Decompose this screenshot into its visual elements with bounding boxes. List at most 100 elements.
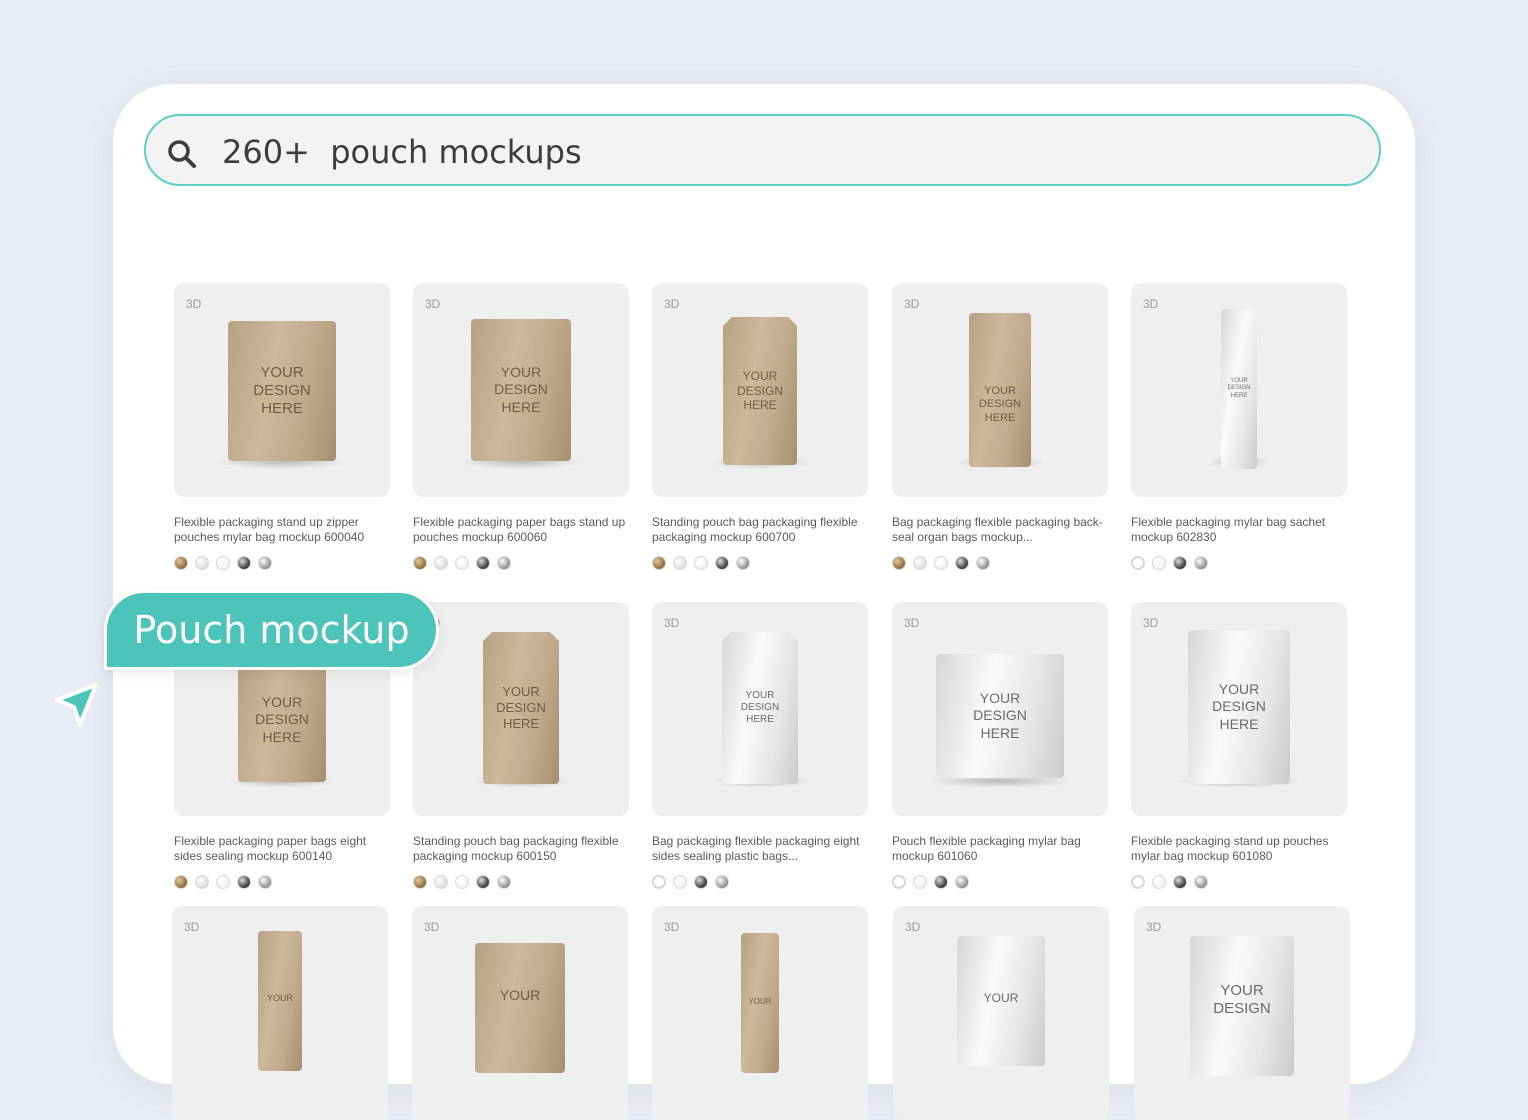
material-swatch[interactable]: [258, 556, 272, 570]
pouch-image: YOUR DESIGN HERE: [471, 319, 571, 461]
product-title[interactable]: Flexible packaging paper bags stand up p…: [413, 515, 629, 545]
material-swatch[interactable]: [497, 556, 511, 570]
material-swatch[interactable]: [892, 556, 906, 570]
pouch-image: YOUR DESIGN HERE: [723, 317, 797, 465]
pouch-mockup-label: Pouch mockup: [104, 590, 439, 670]
product-thumbnail[interactable]: 3D YOURDESIGNHERE: [652, 283, 868, 497]
pouch-image: YOUR: [475, 943, 565, 1073]
material-swatch[interactable]: [1152, 875, 1166, 889]
material-swatch[interactable]: [736, 556, 750, 570]
material-swatch[interactable]: [237, 875, 251, 889]
badge-3d: 3D: [664, 297, 680, 311]
material-swatch[interactable]: [715, 556, 729, 570]
product-title[interactable]: Standing pouch bag packaging flexible pa…: [413, 834, 629, 864]
product-thumbnail[interactable]: 3D YOUR: [172, 906, 388, 1120]
product-thumbnail[interactable]: 3D YOUR: [893, 906, 1109, 1120]
material-swatch[interactable]: [216, 556, 230, 570]
product-title[interactable]: Bag packaging flexible packaging back-se…: [892, 515, 1108, 545]
material-swatch[interactable]: [497, 875, 511, 889]
material-swatch[interactable]: [434, 875, 448, 889]
swatch-row: [174, 875, 272, 889]
material-swatch[interactable]: [174, 875, 188, 889]
material-swatch[interactable]: [652, 875, 666, 889]
material-swatch[interactable]: [892, 875, 906, 889]
material-swatch[interactable]: [673, 875, 687, 889]
material-swatch[interactable]: [694, 875, 708, 889]
product-thumbnail[interactable]: 3D YOURDESIGNHERE: [652, 602, 868, 816]
pouch-image: YOUR DESIGN HERE: [238, 658, 326, 782]
material-swatch[interactable]: [237, 556, 251, 570]
pouch-image: YOUR DESIGN HERE: [722, 632, 798, 784]
material-swatch[interactable]: [673, 556, 687, 570]
material-swatch[interactable]: [1194, 556, 1208, 570]
material-swatch[interactable]: [913, 875, 927, 889]
product-title[interactable]: Flexible packaging stand up pouches myla…: [1131, 834, 1347, 864]
product-title[interactable]: Standing pouch bag packaging flexible pa…: [652, 515, 868, 545]
material-swatch[interactable]: [955, 556, 969, 570]
product-thumbnail[interactable]: 3D YOURDESIGNHERE: [892, 602, 1108, 816]
product-thumbnail[interactable]: 3D YOURDESIGNHERE: [413, 283, 629, 497]
product-title[interactable]: Flexible packaging mylar bag sachet mock…: [1131, 515, 1347, 545]
material-swatch[interactable]: [476, 556, 490, 570]
product-thumbnail[interactable]: 3D YOURDESIGNHERE: [892, 283, 1108, 497]
product-title[interactable]: Bag packaging flexible packaging eight s…: [652, 834, 868, 864]
pouch-image: YOUR DESIGN: [1190, 936, 1294, 1076]
material-swatch[interactable]: [216, 875, 230, 889]
badge-3d: 3D: [425, 297, 441, 311]
swatch-row: [892, 875, 969, 889]
material-swatch[interactable]: [1131, 875, 1145, 889]
material-swatch[interactable]: [476, 875, 490, 889]
material-swatch[interactable]: [1173, 556, 1187, 570]
material-swatch[interactable]: [455, 875, 469, 889]
material-swatch[interactable]: [195, 875, 209, 889]
material-swatch[interactable]: [976, 556, 990, 570]
badge-3d: 3D: [664, 920, 680, 934]
product-thumbnail[interactable]: 3D YOUR: [412, 906, 628, 1120]
product-title[interactable]: Flexible packaging stand up zipper pouch…: [174, 515, 390, 545]
product-thumbnail[interactable]: 3D YOURDESIGNHERE: [174, 283, 390, 497]
product-thumbnail[interactable]: 3D YOURDESIGNHERE: [413, 602, 629, 816]
material-swatch[interactable]: [1152, 556, 1166, 570]
material-swatch[interactable]: [174, 556, 188, 570]
material-swatch[interactable]: [1131, 556, 1145, 570]
product-thumbnail[interactable]: 3D YOUR DESIGN: [1134, 906, 1350, 1120]
badge-3d: 3D: [424, 920, 440, 934]
pouch-image: YOUR DESIGN HERE: [483, 632, 559, 784]
product-thumbnail[interactable]: 3D YOURDESIGNHERE: [1131, 602, 1347, 816]
pouch-image: YOUR: [258, 931, 302, 1071]
pouch-image: YOUR DESIGN HERE: [969, 313, 1031, 467]
swatch-row: [413, 875, 511, 889]
material-swatch[interactable]: [413, 556, 427, 570]
material-swatch[interactable]: [258, 875, 272, 889]
product-thumbnail[interactable]: 3D YOURDESIGNHERE: [1131, 283, 1347, 497]
badge-3d: 3D: [904, 616, 920, 630]
material-swatch[interactable]: [913, 556, 927, 570]
badge-3d: 3D: [184, 920, 200, 934]
search-bar[interactable]: 260+ pouch mockups: [144, 114, 1381, 186]
material-swatch[interactable]: [434, 556, 448, 570]
material-swatch[interactable]: [413, 875, 427, 889]
material-swatch[interactable]: [1194, 875, 1208, 889]
results-count: 260+: [222, 133, 310, 171]
search-input[interactable]: 260+ pouch mockups: [222, 133, 582, 171]
material-swatch[interactable]: [1173, 875, 1187, 889]
badge-3d: 3D: [1143, 616, 1159, 630]
swatch-row: [174, 556, 272, 570]
badge-3d: 3D: [186, 297, 202, 311]
pouch-image: YOUR DESIGN HERE: [1188, 630, 1290, 784]
material-swatch[interactable]: [715, 875, 729, 889]
material-swatch[interactable]: [934, 875, 948, 889]
pouch-image: YOUR DESIGN HERE: [936, 654, 1064, 778]
product-title[interactable]: Flexible packaging paper bags eight side…: [174, 834, 390, 864]
badge-3d: 3D: [1143, 297, 1159, 311]
product-thumbnail[interactable]: 3D YOUR: [652, 906, 868, 1120]
material-swatch[interactable]: [652, 556, 666, 570]
material-swatch[interactable]: [694, 556, 708, 570]
product-title[interactable]: Pouch flexible packaging mylar bag mocku…: [892, 834, 1108, 864]
badge-3d: 3D: [904, 297, 920, 311]
material-swatch[interactable]: [955, 875, 969, 889]
material-swatch[interactable]: [455, 556, 469, 570]
material-swatch[interactable]: [934, 556, 948, 570]
swatch-row: [1131, 556, 1208, 570]
material-swatch[interactable]: [195, 556, 209, 570]
